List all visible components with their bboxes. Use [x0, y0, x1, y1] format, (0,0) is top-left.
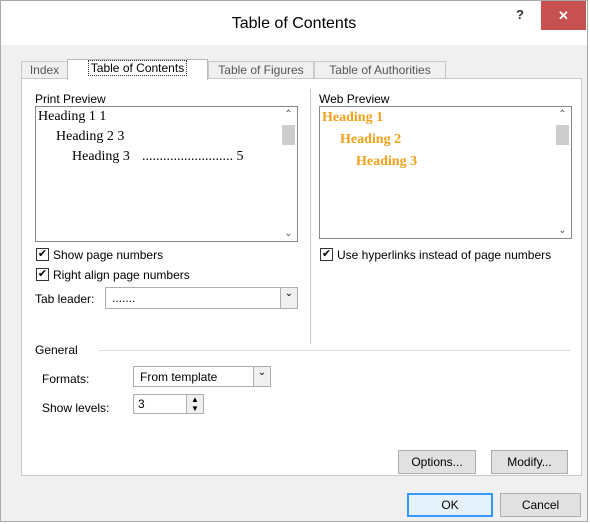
- spinner-arrows-icon[interactable]: ▲ ▼: [186, 395, 203, 413]
- right-align-checkbox[interactable]: ✔: [36, 268, 49, 281]
- print-preview-heading-1: Heading 1 1: [38, 109, 107, 124]
- web-preview-label: Web Preview: [319, 92, 390, 106]
- tab-leader-select[interactable]: ....... ⌄: [105, 287, 298, 309]
- web-preview-heading-1[interactable]: Heading 1: [322, 110, 383, 126]
- web-preview-box: Heading 1 Heading 2 Heading 3 ⌃ ⌄: [319, 106, 572, 239]
- scroll-up-icon[interactable]: ⌃: [280, 109, 297, 120]
- tab-leader-label: Tab leader:: [35, 292, 95, 306]
- ok-button[interactable]: OK: [407, 493, 493, 517]
- scroll-up-icon[interactable]: ⌃: [554, 109, 571, 120]
- modify-button[interactable]: Modify...: [491, 450, 568, 474]
- print-preview-heading-2: Heading 2 3: [56, 129, 125, 144]
- cancel-button[interactable]: Cancel: [500, 493, 581, 517]
- title-bar: Table of Contents ? ✕: [1, 1, 587, 45]
- dialog-title: Table of Contents: [231, 15, 357, 32]
- scroll-thumb[interactable]: [282, 125, 295, 145]
- print-preview-box: Heading 1 1 Heading 2 3 Heading 3 ......…: [35, 106, 298, 242]
- close-icon[interactable]: ✕: [541, 1, 586, 30]
- show-levels-value: 3: [138, 397, 145, 411]
- show-page-numbers-checkbox[interactable]: ✔: [36, 248, 49, 261]
- formats-select[interactable]: From template ⌄: [133, 366, 271, 387]
- web-preview-heading-3[interactable]: Heading 3: [356, 154, 417, 170]
- tab-table-of-authorities[interactable]: Table of Authorities: [314, 61, 446, 78]
- show-levels-label: Show levels:: [42, 401, 110, 415]
- tab-table-of-contents[interactable]: Table of Contents: [67, 59, 208, 80]
- use-hyperlinks-checkbox[interactable]: ✔: [320, 248, 333, 261]
- web-preview-heading-2[interactable]: Heading 2: [340, 132, 401, 148]
- right-align-label: Right align page numbers: [53, 268, 190, 282]
- scroll-thumb[interactable]: [556, 125, 569, 145]
- general-divider: [99, 350, 571, 351]
- help-icon[interactable]: ?: [513, 7, 527, 25]
- show-levels-spinner[interactable]: 3 ▲ ▼: [133, 394, 204, 414]
- tab-index[interactable]: Index: [21, 61, 68, 78]
- web-preview-scrollbar[interactable]: ⌃ ⌄: [554, 107, 571, 238]
- use-hyperlinks-label: Use hyperlinks instead of page numbers: [337, 248, 552, 262]
- chevron-down-icon[interactable]: ⌄: [280, 288, 297, 308]
- tab-leader-value: .......: [112, 291, 136, 305]
- print-preview-scrollbar[interactable]: ⌃ ⌄: [280, 107, 297, 241]
- formats-label: Formats:: [42, 372, 90, 386]
- toc-dialog: Table of Contents ? ✕ Index Table of Con…: [0, 0, 588, 522]
- print-preview-heading-3: Heading 3: [72, 149, 130, 164]
- tab-label: Table of Contents: [87, 60, 188, 76]
- chevron-down-icon[interactable]: ⌄: [253, 367, 270, 386]
- options-button[interactable]: Options...: [398, 450, 476, 474]
- scroll-down-icon[interactable]: ⌄: [280, 228, 297, 239]
- formats-value: From template: [140, 370, 218, 384]
- print-preview-leader-page: .......................... 5: [142, 149, 244, 164]
- vertical-separator: [310, 89, 311, 344]
- general-group-label: General: [35, 343, 78, 357]
- show-page-numbers-label: Show page numbers: [53, 248, 164, 262]
- tab-table-of-figures[interactable]: Table of Figures: [208, 61, 314, 78]
- print-preview-label: Print Preview: [35, 92, 106, 106]
- scroll-down-icon[interactable]: ⌄: [554, 225, 571, 236]
